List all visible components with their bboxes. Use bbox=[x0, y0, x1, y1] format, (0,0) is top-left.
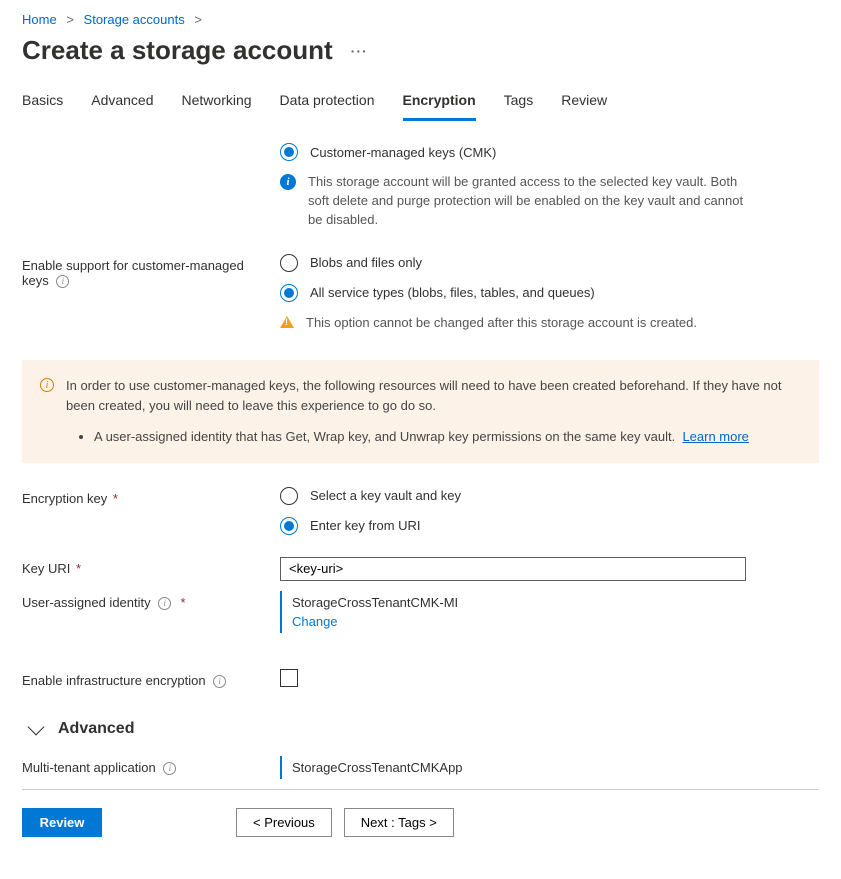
radio-icon bbox=[280, 284, 298, 302]
tab-bar: Basics Advanced Networking Data protecti… bbox=[22, 86, 819, 121]
radio-enter-uri-label: Enter key from URI bbox=[310, 518, 421, 533]
notice-bullet: A user-assigned identity that has Get, W… bbox=[94, 427, 801, 447]
radio-cmk-label: Customer-managed keys (CMK) bbox=[310, 145, 496, 160]
radio-icon bbox=[280, 487, 298, 505]
app-value-box: StorageCrossTenantCMKApp bbox=[280, 756, 750, 779]
prereq-notice: i In order to use customer-managed keys,… bbox=[22, 360, 819, 463]
radio-cmk[interactable]: Customer-managed keys (CMK) bbox=[280, 143, 750, 161]
chevron-right-icon: > bbox=[66, 12, 74, 27]
radio-icon bbox=[280, 143, 298, 161]
app-label: Multi-tenant application i bbox=[22, 756, 280, 775]
info-icon[interactable]: i bbox=[213, 675, 226, 688]
radio-all-services[interactable]: All service types (blobs, files, tables,… bbox=[280, 284, 750, 302]
more-actions-button[interactable]: ··· bbox=[351, 43, 368, 59]
identity-value: StorageCrossTenantCMK-MI bbox=[292, 595, 740, 610]
info-icon: i bbox=[280, 174, 296, 190]
footer-button-bar: Review < Previous Next : Tags > bbox=[22, 808, 819, 837]
cmk-info-row: i This storage account will be granted a… bbox=[280, 173, 750, 230]
info-icon[interactable]: i bbox=[158, 597, 171, 610]
radio-select-kv-label: Select a key vault and key bbox=[310, 488, 461, 503]
app-value: StorageCrossTenantCMKApp bbox=[292, 760, 463, 775]
tab-basics[interactable]: Basics bbox=[22, 86, 63, 121]
chevron-right-icon: > bbox=[194, 12, 202, 27]
learn-more-link[interactable]: Learn more bbox=[682, 429, 748, 444]
tab-review[interactable]: Review bbox=[561, 86, 607, 121]
previous-button[interactable]: < Previous bbox=[236, 808, 332, 837]
review-button[interactable]: Review bbox=[22, 808, 102, 837]
radio-enter-key-uri[interactable]: Enter key from URI bbox=[280, 517, 750, 535]
tab-encryption[interactable]: Encryption bbox=[403, 86, 476, 121]
tab-data-protection[interactable]: Data protection bbox=[280, 86, 375, 121]
identity-change-link[interactable]: Change bbox=[292, 614, 338, 629]
tab-networking[interactable]: Networking bbox=[182, 86, 252, 121]
tab-advanced[interactable]: Advanced bbox=[91, 86, 153, 121]
advanced-section-toggle[interactable]: Advanced bbox=[30, 720, 819, 738]
radio-select-key-vault[interactable]: Select a key vault and key bbox=[280, 487, 750, 505]
notice-intro: In order to use customer-managed keys, t… bbox=[66, 376, 801, 415]
support-label: Enable support for customer-managed keys… bbox=[22, 254, 280, 288]
warning-icon bbox=[280, 316, 294, 328]
infra-encryption-checkbox[interactable] bbox=[280, 669, 298, 687]
info-icon[interactable]: i bbox=[163, 762, 176, 775]
page-title: Create a storage account bbox=[22, 35, 333, 66]
page-title-row: Create a storage account ··· bbox=[22, 35, 819, 66]
radio-blobs-files-label: Blobs and files only bbox=[310, 255, 422, 270]
support-warning-row: This option cannot be changed after this… bbox=[280, 314, 750, 333]
infra-encryption-label: Enable infrastructure encryption i bbox=[22, 669, 280, 688]
support-warning-text: This option cannot be changed after this… bbox=[306, 314, 697, 333]
radio-all-services-label: All service types (blobs, files, tables,… bbox=[310, 285, 595, 300]
cmk-info-text: This storage account will be granted acc… bbox=[308, 173, 750, 230]
encryption-key-label: Encryption key * bbox=[22, 487, 280, 506]
advanced-section-title: Advanced bbox=[58, 720, 134, 738]
breadcrumb: Home > Storage accounts > bbox=[22, 12, 819, 27]
next-button[interactable]: Next : Tags > bbox=[344, 808, 454, 837]
radio-icon bbox=[280, 517, 298, 535]
breadcrumb-storage-accounts[interactable]: Storage accounts bbox=[84, 12, 185, 27]
identity-value-box: StorageCrossTenantCMK-MI Change bbox=[280, 591, 750, 633]
info-icon[interactable]: i bbox=[56, 275, 69, 288]
breadcrumb-home[interactable]: Home bbox=[22, 12, 57, 27]
footer-separator bbox=[22, 789, 819, 790]
tab-tags[interactable]: Tags bbox=[504, 86, 534, 121]
key-uri-label: Key URI * bbox=[22, 557, 280, 576]
radio-icon bbox=[280, 254, 298, 272]
info-icon: i bbox=[40, 378, 54, 392]
radio-blobs-files[interactable]: Blobs and files only bbox=[280, 254, 750, 272]
chevron-down-icon bbox=[28, 718, 45, 735]
key-uri-input[interactable] bbox=[280, 557, 746, 581]
identity-label: User-assigned identity i * bbox=[22, 591, 280, 610]
